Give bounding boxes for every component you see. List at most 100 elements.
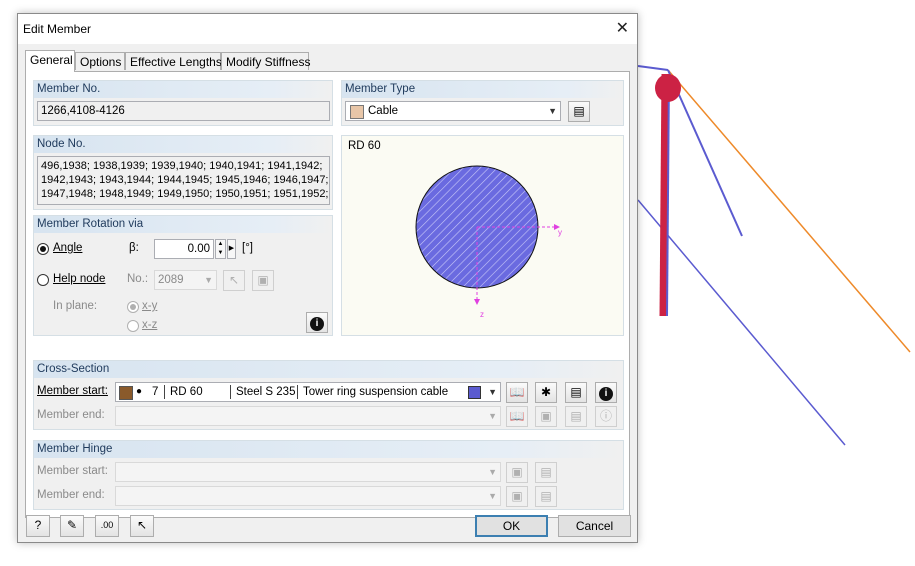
tower-ring xyxy=(655,74,681,102)
beta-unit: [°] xyxy=(242,242,253,254)
edit-icon: ▤ xyxy=(570,385,582,399)
beta-label: β: xyxy=(129,242,139,254)
info-icon: i xyxy=(599,387,613,401)
member-type-label: Member Type xyxy=(342,81,623,98)
help-node-select[interactable]: 2089 ▼ xyxy=(154,270,217,290)
member-rotation-title: Member Rotation via xyxy=(34,216,332,233)
help-node-no-label: No.: xyxy=(127,273,149,285)
edit-member-type-button[interactable]: ▤ xyxy=(568,101,590,122)
cs-end-library-button[interactable]: 📖 xyxy=(506,406,528,427)
help-node-label: Help node xyxy=(53,273,106,285)
help-node-radio[interactable] xyxy=(37,274,49,286)
tab-general[interactable]: General xyxy=(25,50,75,72)
chevron-down-icon: ▼ xyxy=(488,491,497,501)
edit-member-dialog: Edit Member ✕ General Options Effective … xyxy=(17,13,638,543)
hinge-start-new-button[interactable]: ▣ xyxy=(506,462,528,483)
units-button[interactable]: .00 xyxy=(95,515,119,537)
edit-icon: ▤ xyxy=(573,104,585,118)
tower-member xyxy=(659,73,669,317)
cs-start-description: Tower ring suspension cable xyxy=(303,386,449,398)
hinge-end-label: Member end: xyxy=(37,489,105,501)
member-no-label: Member No. xyxy=(34,81,332,98)
pick-node-button[interactable]: ↖ xyxy=(223,270,245,291)
angle-radio[interactable] xyxy=(37,243,49,255)
hinge-end-new-button[interactable]: ▣ xyxy=(506,486,528,507)
tab-options[interactable]: Options xyxy=(75,52,125,70)
hinge-start-label: Member start: xyxy=(37,465,108,477)
cs-new-button[interactable]: ✱ xyxy=(535,382,557,403)
node-no-group: Node No. 496,1938; 1938,1939; 1939,1940;… xyxy=(33,135,333,210)
cs-info-button[interactable]: i xyxy=(595,382,617,403)
member-type-value: Cable xyxy=(368,105,399,117)
column-divider xyxy=(164,385,165,399)
cs-start-section: RD 60 xyxy=(170,386,203,398)
node-no-field[interactable]: 496,1938; 1938,1939; 1939,1940; 1940,194… xyxy=(37,156,330,205)
cs-edit-button[interactable]: ▤ xyxy=(565,382,587,403)
edit-icon: ▤ xyxy=(570,409,582,423)
bullet-icon: ● xyxy=(136,386,143,397)
new-hinge-icon: ▣ xyxy=(511,465,523,479)
plane-xy-radio[interactable] xyxy=(127,301,139,313)
help-button[interactable]: ? xyxy=(26,515,50,537)
close-icon[interactable]: ✕ xyxy=(616,18,629,38)
ok-button[interactable]: OK xyxy=(475,515,548,537)
member-no-group: Member No. 1266,4108-4126 xyxy=(33,80,333,126)
rotation-info-button[interactable]: i xyxy=(306,312,328,333)
member-no-field[interactable]: 1266,4108-4126 xyxy=(37,101,330,121)
member-rotation-group: Member Rotation via Angle β: 0.00 ▲ ▼ ▶ [… xyxy=(33,215,333,336)
plane-xy-label: x-y xyxy=(142,300,158,312)
angle-label: Angle xyxy=(53,242,83,254)
edit-icon: ▤ xyxy=(540,489,552,503)
hinge-start-select[interactable]: ▼ xyxy=(115,462,501,482)
info-icon: i xyxy=(310,317,324,331)
help-node-value: 2089 xyxy=(158,274,184,286)
chevron-down-icon: ▼ xyxy=(488,387,497,397)
chevron-down-icon: ▼ xyxy=(488,467,497,477)
cs-start-material: Steel S 235 xyxy=(236,386,296,398)
cs-start-number: 7 xyxy=(152,386,159,398)
chevron-down-icon: ▼ xyxy=(548,106,557,116)
cross-section-title: Cross-Section xyxy=(34,361,623,378)
library-book-icon: 📖 xyxy=(509,409,525,423)
cs-end-edit-button[interactable]: ▤ xyxy=(565,406,587,427)
column-divider xyxy=(297,385,298,399)
notepad-icon: ✎ xyxy=(66,518,78,532)
help-icon: ? xyxy=(34,518,42,532)
chevron-down-icon: ▼ xyxy=(488,411,497,421)
select-in-graphic-button[interactable]: ↖ xyxy=(130,515,154,537)
library-book-icon: 📖 xyxy=(509,385,525,399)
hinge-start-edit-button[interactable]: ▤ xyxy=(535,462,557,483)
beta-input[interactable]: 0.00 xyxy=(154,239,214,259)
beta-spinner[interactable]: ▲ ▼ xyxy=(215,239,226,259)
cs-library-button[interactable]: 📖 xyxy=(506,382,528,403)
cancel-button[interactable]: Cancel xyxy=(558,515,631,537)
dialog-title: Edit Member xyxy=(23,22,92,36)
general-tab-panel: Member No. 1266,4108-4126 Member Type Ca… xyxy=(25,71,630,518)
tab-effective-lengths[interactable]: Effective Lengths xyxy=(125,52,222,70)
pick-cursor-icon: ↖ xyxy=(136,518,148,532)
column-divider xyxy=(230,385,231,399)
cs-start-select[interactable]: ● 7 RD 60 Steel S 235 Tower ring suspens… xyxy=(115,382,501,402)
comment-button[interactable]: ✎ xyxy=(60,515,84,537)
new-node-button[interactable]: ▣ xyxy=(252,270,274,291)
hinge-end-edit-button[interactable]: ▤ xyxy=(535,486,557,507)
cable-member xyxy=(637,65,669,71)
cs-end-select[interactable]: ▼ xyxy=(115,406,501,426)
new-section-icon: ✱ xyxy=(540,385,552,399)
node-no-label: Node No. xyxy=(34,136,332,153)
cs-end-new-button[interactable]: ▣ xyxy=(535,406,557,427)
node-no-line: 1947,1948; 1948,1949; 1949,1950; 1950,19… xyxy=(41,188,329,200)
cs-end-info-button[interactable]: ⓘ xyxy=(595,406,617,427)
plane-xz-radio[interactable] xyxy=(127,320,139,332)
cable-member xyxy=(637,199,846,446)
new-section-icon: ▣ xyxy=(540,409,552,423)
member-type-select[interactable]: Cable ▼ xyxy=(345,101,561,121)
axis-z-label: z xyxy=(480,310,484,319)
section-preview: RD 60 y z xyxy=(341,135,624,336)
new-hinge-icon: ▣ xyxy=(511,489,523,503)
tab-modify-stiffness[interactable]: Modify Stiffness xyxy=(221,52,310,70)
hinge-end-select[interactable]: ▼ xyxy=(115,486,501,506)
cross-section-group: Cross-Section Member start: ● 7 RD 60 St… xyxy=(33,360,624,430)
title-bar: Edit Member ✕ xyxy=(18,14,637,44)
beta-arrow-button[interactable]: ▶ xyxy=(227,239,236,259)
